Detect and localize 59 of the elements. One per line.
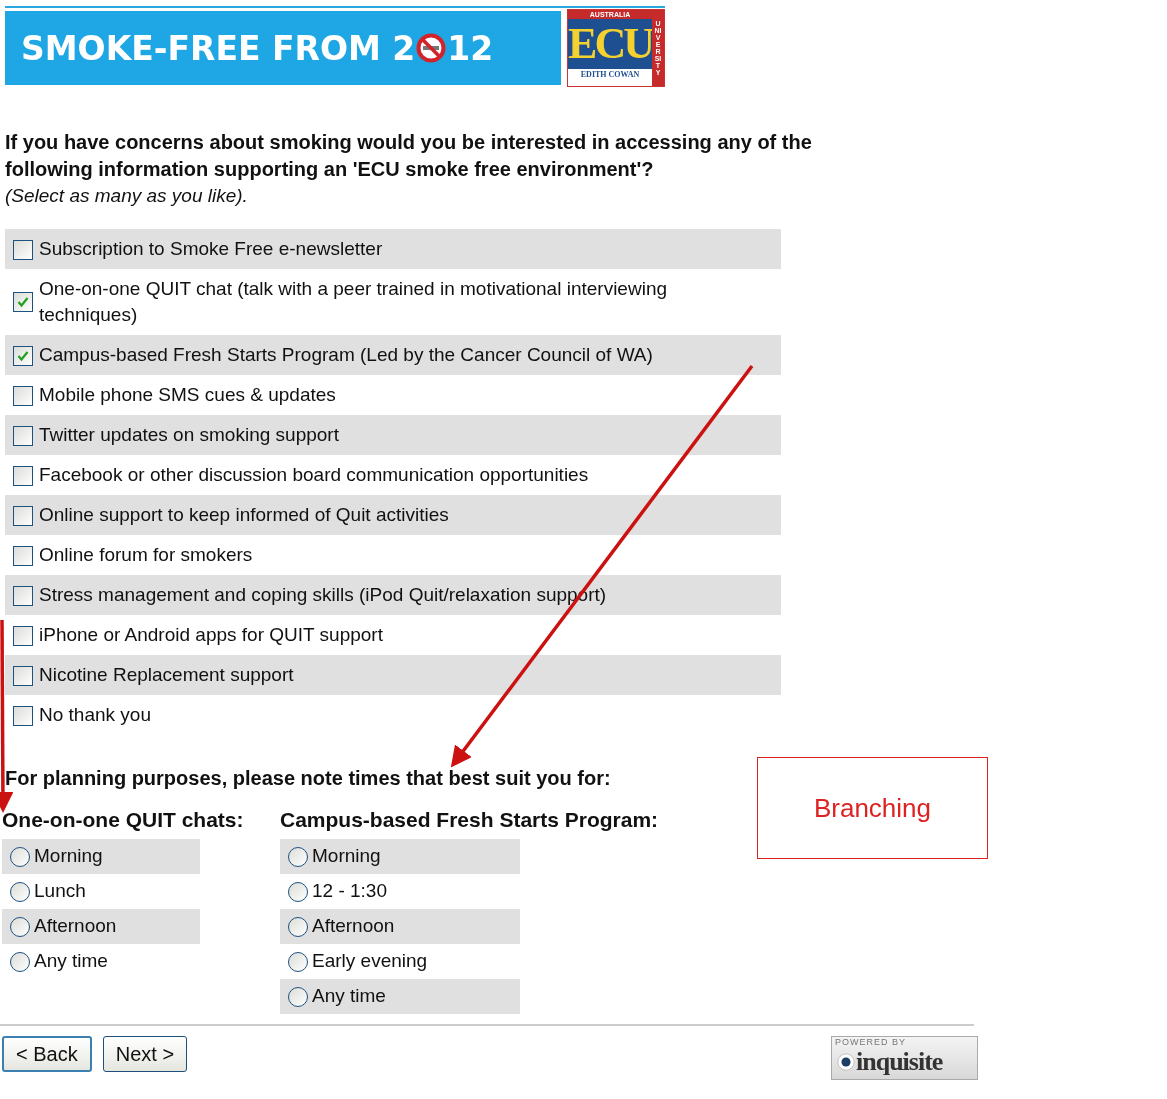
radio-label: Any time — [34, 949, 108, 974]
checkbox[interactable] — [13, 586, 33, 606]
radio-button[interactable] — [288, 951, 308, 972]
radio-label: Early evening — [312, 949, 428, 974]
group-heading: Campus-based Fresh Starts Program: — [280, 807, 659, 833]
nav-button[interactable]: < Back — [2, 1036, 92, 1072]
checkbox[interactable] — [13, 346, 33, 366]
badge-name: inquisite — [856, 1047, 943, 1077]
option-label: iPhone or Android apps for QUIT support — [39, 623, 383, 647]
radio-button[interactable] — [288, 881, 308, 902]
option-label: Facebook or other discussion board communication opportunities — [39, 463, 589, 487]
option-label: No thank you — [39, 703, 151, 727]
checkbox[interactable] — [13, 292, 33, 312]
checkbox[interactable] — [13, 506, 33, 526]
checkbox[interactable] — [13, 240, 33, 260]
checkbox[interactable] — [13, 426, 33, 446]
nav-button[interactable]: Next > — [102, 1036, 188, 1072]
radio-button[interactable] — [10, 916, 30, 937]
radio-button[interactable] — [288, 916, 308, 937]
radio-button[interactable] — [288, 846, 308, 867]
checkbox[interactable] — [13, 666, 33, 686]
check-icon — [16, 295, 30, 309]
radio-button[interactable] — [288, 986, 308, 1007]
radio-button[interactable] — [10, 881, 30, 902]
option-label: Twitter updates on smoking support — [39, 423, 339, 447]
checkbox[interactable] — [13, 386, 33, 406]
radio-button[interactable] — [10, 846, 30, 867]
option-label: Nicotine Replacement support — [39, 663, 294, 687]
badge-text: POWERED BY — [834, 1037, 907, 1047]
option-label: Mobile phone SMS cues & updates — [39, 383, 336, 407]
logo-text: EDITH COWAN — [579, 69, 641, 81]
option-label: Online forum for smokers — [39, 543, 253, 567]
option-label: Online support to keep informed of Quit activities — [39, 503, 449, 527]
checkbox[interactable] — [13, 706, 33, 726]
banner-title: 12 — [447, 31, 494, 65]
option-label: One-on-one QUIT chat (talk with a peer trained in motivational interviewing techniques) — [39, 277, 668, 327]
radio-label: Morning — [34, 844, 103, 869]
no-smoking-icon — [416, 33, 447, 63]
banner-title: SMOKE-FREE FROM 2 — [21, 31, 416, 65]
radio-label: 12 - 1:30 — [312, 879, 387, 904]
question-text: If you have concerns about smoking would you be interested in accessing any of the following information supporting an 'ECU smoke free environment'? — [5, 130, 813, 182]
checkbox[interactable] — [13, 626, 33, 646]
annotation-box: Branching — [757, 757, 988, 859]
group-heading: One-on-one QUIT chats: — [2, 807, 245, 833]
eye-icon — [836, 1052, 856, 1072]
radio-label: Afternoon — [34, 914, 117, 939]
option-label: Campus-based Fresh Starts Program (Led by the Cancer Council of WA) — [39, 343, 653, 367]
radio-label: Afternoon — [312, 914, 395, 939]
hint-text: (Select as many as you like). — [5, 184, 249, 208]
checkbox[interactable] — [13, 466, 33, 486]
radio-label: Morning — [312, 844, 381, 869]
checkbox[interactable] — [13, 546, 33, 566]
option-label: Subscription to Smoke Free e-newsletter — [39, 237, 383, 261]
radio-label: Any time — [312, 984, 386, 1009]
radio-button[interactable] — [10, 951, 30, 972]
logo-letters: ECU — [568, 19, 652, 69]
planning-text: For planning purposes, please note times that best suit you for: — [5, 766, 612, 791]
check-icon — [16, 349, 30, 363]
radio-label: Lunch — [34, 879, 86, 904]
